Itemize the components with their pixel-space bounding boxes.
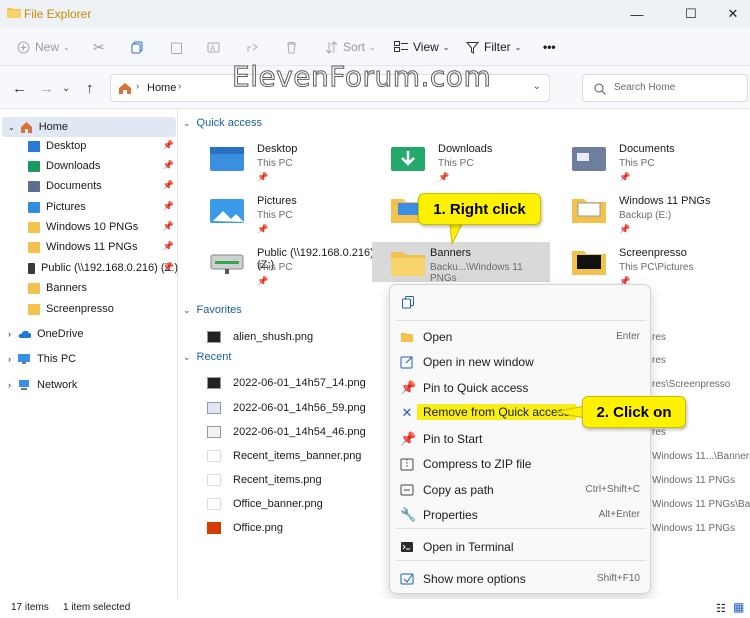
details-view-icon[interactable]: ☷	[716, 602, 726, 615]
callout-step-2: 2. Click on	[582, 396, 686, 428]
status-bar: 17 items 1 item selected ☷ ▦	[0, 599, 750, 618]
selection-count: 1 item selected	[63, 602, 131, 613]
tiles-view-icon[interactable]: ▦	[733, 600, 744, 614]
callout-step-1: 1. Right click	[418, 193, 541, 225]
callout-pointer-2	[555, 405, 585, 419]
callout-pointer-1	[449, 223, 463, 246]
item-count: 17 items	[11, 602, 49, 613]
callout-pointers	[449, 223, 585, 419]
